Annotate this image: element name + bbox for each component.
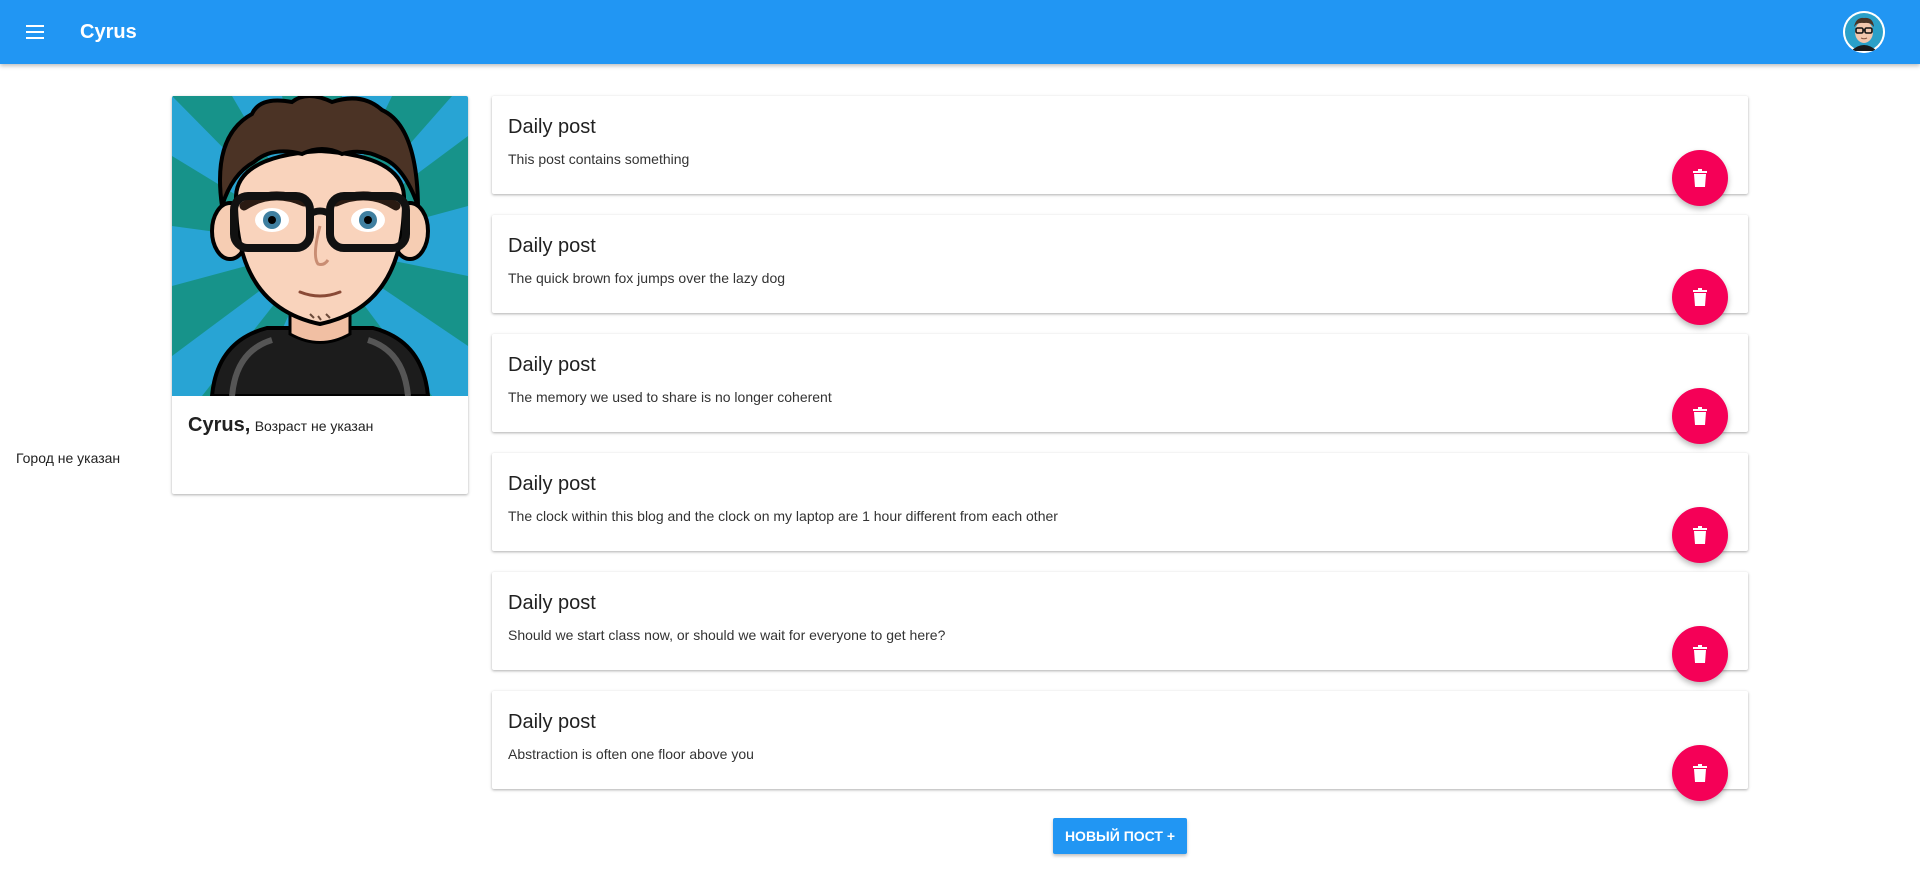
post-card: Daily post The quick brown fox jumps ove… xyxy=(492,215,1748,325)
avatar-icon xyxy=(1843,11,1885,53)
post-card: Daily post The clock within this blog an… xyxy=(492,453,1748,563)
delete-post-button[interactable] xyxy=(1672,388,1728,444)
post-card: Daily post This post contains something xyxy=(492,96,1748,206)
profile-age: Возраст не указан xyxy=(254,418,374,434)
trash-icon xyxy=(1693,407,1707,425)
post-body: Should we start class now, or should we … xyxy=(508,627,946,643)
post-title: Daily post xyxy=(508,711,596,733)
menu-icon xyxy=(26,25,44,39)
app-title: Cyrus xyxy=(80,21,137,43)
delete-post-button[interactable] xyxy=(1672,745,1728,801)
trash-icon xyxy=(1693,288,1707,306)
post-title: Daily post xyxy=(508,116,596,138)
delete-post-button[interactable] xyxy=(1672,150,1728,206)
post-body: The clock within this blog and the clock… xyxy=(508,508,1058,524)
menu-button[interactable] xyxy=(20,16,52,48)
profile-name: Cyrus, xyxy=(188,414,251,436)
profile-name-line: Cyrus, Возраст не указан xyxy=(188,414,373,437)
post-card: Daily post Abstraction is often one floo… xyxy=(492,691,1748,801)
delete-post-button[interactable] xyxy=(1672,507,1728,563)
post-card: Daily post The memory we used to share i… xyxy=(492,334,1748,444)
post-title: Daily post xyxy=(508,354,596,376)
post-body: Abstraction is often one floor above you xyxy=(508,746,754,762)
trash-icon xyxy=(1693,764,1707,782)
profile-card: Cyrus, Возраст не указан xyxy=(172,96,468,494)
post-body: The memory we used to share is no longer… xyxy=(508,389,832,405)
trash-icon xyxy=(1693,169,1707,187)
post-title: Daily post xyxy=(508,592,596,614)
trash-icon xyxy=(1693,526,1707,544)
post-title: Daily post xyxy=(508,235,596,257)
profile-city: Город не указан xyxy=(16,450,121,466)
user-avatar[interactable] xyxy=(1843,11,1885,53)
profile-photo xyxy=(172,96,468,396)
post-body: The quick brown fox jumps over the lazy … xyxy=(508,270,786,286)
delete-post-button[interactable] xyxy=(1672,626,1728,682)
app-bar: Cyrus xyxy=(0,0,1920,64)
trash-icon xyxy=(1693,645,1707,663)
new-post-button[interactable]: НОВЫЙ ПОСТ + xyxy=(1053,818,1187,854)
post-title: Daily post xyxy=(508,473,596,495)
post-card: Daily post Should we start class now, or… xyxy=(492,572,1748,682)
post-body: This post contains something xyxy=(508,151,690,167)
delete-post-button[interactable] xyxy=(1672,269,1728,325)
